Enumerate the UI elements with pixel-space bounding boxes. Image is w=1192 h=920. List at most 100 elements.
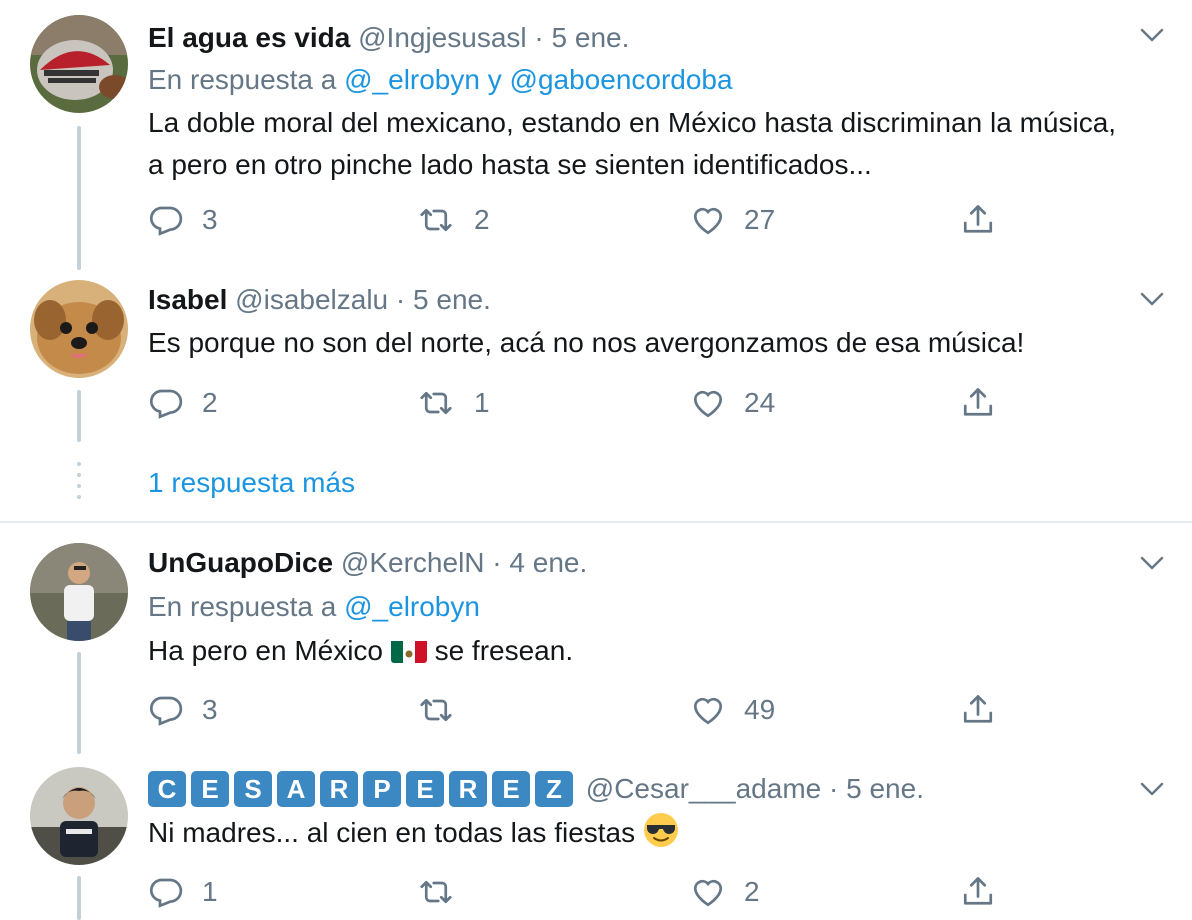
share-icon xyxy=(960,692,996,728)
tweet-text: Ni madres... al cien en todas las fiesta… xyxy=(148,812,1138,854)
separator: · xyxy=(829,773,839,804)
reply-context: En respuesta a @_elrobyn y @gaboencordob… xyxy=(148,62,733,98)
letter-badge: R xyxy=(320,771,358,807)
reply-count: 3 xyxy=(202,204,218,235)
separator: · xyxy=(534,22,544,53)
thread-line xyxy=(77,876,81,920)
thread-line xyxy=(77,652,81,754)
share-button[interactable] xyxy=(960,690,996,730)
like-button[interactable]: 27 xyxy=(690,200,775,240)
thread-dots xyxy=(77,462,81,506)
like-count: 27 xyxy=(744,204,776,235)
reply-button[interactable]: 1 xyxy=(148,872,218,912)
like-count: 49 xyxy=(744,694,776,725)
chevron-down-icon[interactable] xyxy=(1138,553,1166,573)
avatar[interactable] xyxy=(30,15,128,113)
letter-badge: S xyxy=(234,771,272,807)
chevron-down-icon[interactable] xyxy=(1138,25,1166,45)
user-handle[interactable]: @KerchelN xyxy=(341,547,485,578)
heart-icon xyxy=(690,385,726,421)
sunglasses-emoji-icon xyxy=(643,812,679,848)
like-button[interactable]: 24 xyxy=(690,383,775,423)
heart-icon xyxy=(690,202,726,238)
reply-count: 2 xyxy=(202,387,218,418)
heart-icon xyxy=(690,692,726,728)
share-icon xyxy=(960,385,996,421)
tweet-header: El agua es vida @Ingjesusasl · 5 ene. xyxy=(148,20,629,56)
reply-button[interactable]: 2 xyxy=(148,383,218,423)
tweet-header: UnGuapoDice @KerchelN · 4 ene. xyxy=(148,545,587,581)
share-icon xyxy=(960,874,996,910)
reply-count: 1 xyxy=(202,876,218,907)
reply-icon xyxy=(148,385,184,421)
retweet-count: 2 xyxy=(474,204,490,235)
share-button[interactable] xyxy=(960,872,996,912)
divider xyxy=(0,521,1192,523)
display-name[interactable]: El agua es vida xyxy=(148,22,350,53)
show-more-replies-link[interactable]: 1 respuesta más xyxy=(148,465,355,501)
retweet-icon xyxy=(416,692,456,728)
thread-line xyxy=(77,126,81,270)
share-button[interactable] xyxy=(960,200,996,240)
avatar[interactable] xyxy=(30,767,128,865)
tweet-text: La doble moral del mexicano, estando en … xyxy=(148,107,1117,180)
tweet-date[interactable]: 5 ene. xyxy=(846,773,924,804)
reply-context: En respuesta a @_elrobyn xyxy=(148,589,480,625)
reply-prefix: En respuesta a xyxy=(148,64,337,95)
letter-badge: C xyxy=(148,771,186,807)
chevron-down-icon[interactable] xyxy=(1138,779,1166,799)
tweet-text-after: se fresean. xyxy=(434,635,574,666)
letter-badge: Z xyxy=(535,771,573,807)
avatar[interactable] xyxy=(30,543,128,641)
display-name[interactable]: Isabel xyxy=(148,284,227,315)
retweet-button[interactable] xyxy=(416,690,474,730)
mention-link[interactable]: @gaboencordoba xyxy=(510,64,733,95)
like-count: 2 xyxy=(744,876,760,907)
reply-prefix: En respuesta a xyxy=(148,591,337,622)
retweet-button[interactable] xyxy=(416,872,474,912)
tweet-date[interactable]: 5 ene. xyxy=(552,22,630,53)
display-name[interactable]: UnGuapoDice xyxy=(148,547,333,578)
share-icon xyxy=(960,202,996,238)
retweet-count: 1 xyxy=(474,387,490,418)
user-handle[interactable]: @Cesar___adame xyxy=(586,773,821,804)
letter-badge: E xyxy=(406,771,444,807)
reply-button[interactable]: 3 xyxy=(148,690,218,730)
heart-icon xyxy=(690,874,726,910)
retweet-icon xyxy=(416,202,456,238)
chevron-down-icon[interactable] xyxy=(1138,289,1166,309)
reply-button[interactable]: 3 xyxy=(148,200,218,240)
separator: · xyxy=(395,284,406,315)
letter-badge: P xyxy=(363,771,401,807)
mention-conjunction: y xyxy=(487,64,502,95)
mention-link[interactable]: @_elrobyn xyxy=(344,64,480,95)
reply-icon xyxy=(148,874,184,910)
retweet-icon xyxy=(416,874,456,910)
user-handle[interactable]: @isabelzalu xyxy=(235,284,388,315)
share-button[interactable] xyxy=(960,383,996,423)
tweet-date[interactable]: 4 ene. xyxy=(509,547,587,578)
tweet-date[interactable]: 5 ene. xyxy=(413,284,491,315)
like-button[interactable]: 49 xyxy=(690,690,775,730)
tweet-header: CESARPEREZ @Cesar___adame · 5 ene. xyxy=(148,771,924,807)
retweet-icon xyxy=(416,385,456,421)
tweet-text: Es porque no son del norte, acá no nos a… xyxy=(148,327,1025,358)
tweet-text: Ha pero en México se fresean. xyxy=(148,630,1138,672)
like-button[interactable]: 2 xyxy=(690,872,760,912)
reply-count: 3 xyxy=(202,694,218,725)
retweet-button[interactable]: 2 xyxy=(416,200,490,240)
separator: · xyxy=(492,547,502,578)
letter-badge: E xyxy=(492,771,530,807)
mexico-flag-icon xyxy=(390,637,427,663)
letter-badge: E xyxy=(191,771,229,807)
letter-badge: A xyxy=(277,771,315,807)
display-name[interactable]: CESARPEREZ xyxy=(148,771,586,807)
mention-link[interactable]: @_elrobyn xyxy=(344,591,480,622)
thread-line xyxy=(77,390,81,442)
tweet-text-before: Ha pero en México xyxy=(148,635,384,666)
retweet-button[interactable]: 1 xyxy=(416,383,490,423)
avatar[interactable] xyxy=(30,280,128,378)
reply-icon xyxy=(148,692,184,728)
user-handle[interactable]: @Ingjesusasl xyxy=(358,22,527,53)
like-count: 24 xyxy=(744,387,776,418)
